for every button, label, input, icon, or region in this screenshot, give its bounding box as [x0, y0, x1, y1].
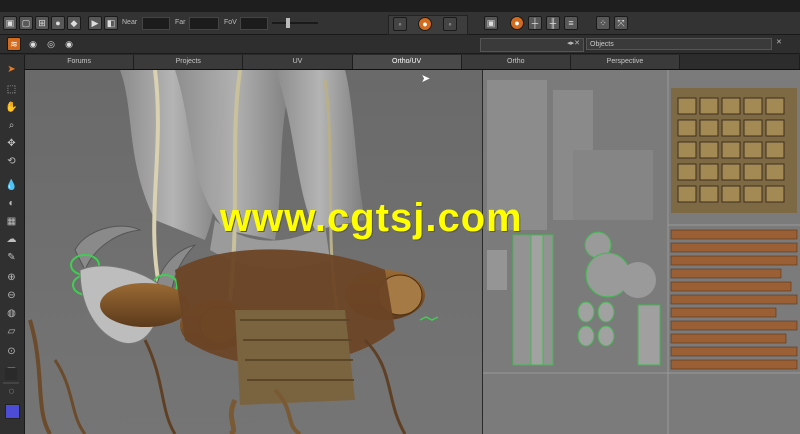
3d-scene-render [25, 70, 482, 434]
tab-forums[interactable]: Forums [25, 55, 135, 69]
material-dropdown[interactable]: ◂▸✕ [480, 38, 584, 52]
color-swatch[interactable] [5, 404, 20, 419]
tool-spacer [5, 368, 17, 380]
tab-perspective[interactable]: Perspective [570, 55, 681, 69]
scatter-icon[interactable]: ⁘ [596, 16, 610, 30]
far-input[interactable] [189, 17, 219, 30]
tab-bar-empty [680, 55, 800, 69]
frame-icon[interactable]: ▢ [19, 16, 33, 30]
room-tab-bar: Forums Projects UV Ortho/UV Ortho Perspe… [25, 55, 800, 70]
split-icon[interactable]: ◧ [104, 16, 118, 30]
uv-viewport[interactable] [483, 70, 800, 434]
main-toolbar: ▣ ▢ ⊞ ● ◆ ▶ ◧ Near Far FoV ◦ ● ◦ ▣ ● ┼ ╫… [0, 12, 800, 35]
tab-projects[interactable]: Projects [134, 55, 244, 69]
play-icon[interactable]: ▶ [88, 16, 102, 30]
uv-layout-render [483, 70, 800, 434]
minus-circle-icon[interactable]: ⊖ [5, 289, 18, 302]
align-v-icon[interactable]: ╫ [546, 16, 560, 30]
align-h-icon[interactable]: ┼ [528, 16, 542, 30]
grid-icon[interactable]: ⊞ [35, 16, 49, 30]
mouse-cursor-icon: ➤ [421, 73, 431, 85]
sphere-icon[interactable]: ● [51, 16, 65, 30]
plus-circle-icon[interactable]: ⊕ [5, 271, 18, 284]
globe-icon[interactable]: ◍ [5, 307, 18, 320]
hand-icon[interactable]: ✋ [5, 101, 18, 114]
camera-icon[interactable]: ▣ [3, 16, 17, 30]
move-icon[interactable]: ✥ [5, 137, 18, 150]
tool-divider [3, 382, 19, 384]
eye-outline-icon[interactable]: ◎ [44, 37, 58, 51]
rect-select-icon[interactable]: ⬚ [5, 83, 18, 96]
dropdown-arrows-icon: ◂▸✕ [567, 40, 580, 47]
fov-slider-handle[interactable] [286, 18, 290, 28]
eyedropper-icon[interactable]: ✎ [5, 251, 18, 264]
stamp-icon[interactable]: ▦ [5, 215, 18, 228]
zoom-icon[interactable]: ⌕ [5, 119, 18, 132]
panel-close-icon[interactable]: ✕ [776, 38, 782, 46]
fov-slider-track[interactable] [272, 22, 318, 24]
layers-icon[interactable]: ≋ [7, 37, 21, 51]
brush-preset-icon[interactable]: ◦ [393, 17, 407, 31]
watermark-text: www.cgtsj.com [220, 196, 523, 240]
eraser-icon[interactable]: ▱ [5, 325, 18, 338]
distribute-icon[interactable]: ≡ [564, 16, 578, 30]
visibility-icon[interactable]: ◉ [62, 37, 76, 51]
select-arrow-icon[interactable]: ➤ [5, 63, 18, 76]
fill-icon[interactable]: ◐ [5, 197, 18, 210]
rotate-icon[interactable]: ⟲ [5, 155, 18, 168]
transform-icon[interactable]: ⤧ [614, 16, 628, 30]
smudge-icon[interactable]: ☁ [5, 233, 18, 246]
brush-alt-icon[interactable]: ◦ [443, 17, 457, 31]
objects-panel-header[interactable]: Objects [586, 38, 772, 50]
far-label: Far [175, 19, 186, 26]
near-input[interactable] [142, 17, 170, 30]
fov-label: FoV [224, 19, 237, 26]
tab-ortho-uv[interactable]: Ortho/UV [352, 55, 462, 69]
eye-icon[interactable]: ◉ [26, 37, 40, 51]
objects-label: Objects [590, 41, 614, 48]
secondary-toolbar: ≋ ◉ ◎ ◉ ◂▸✕ Objects ✕ [0, 35, 800, 54]
cube-icon[interactable]: ◆ [67, 16, 81, 30]
3d-viewport[interactable]: ➤ [25, 70, 482, 434]
drop-icon[interactable]: 💧 [5, 179, 18, 192]
record-icon[interactable]: ● [510, 16, 524, 30]
near-label: Near [122, 19, 138, 26]
brush-active-icon[interactable]: ● [418, 17, 432, 31]
blur-icon[interactable]: ◌ [5, 385, 18, 398]
square-select-icon[interactable]: ▣ [484, 16, 498, 30]
target-icon[interactable]: ⊙ [5, 345, 18, 358]
tab-ortho[interactable]: Ortho [461, 55, 571, 69]
fov-input[interactable] [240, 17, 268, 30]
tab-uv[interactable]: UV [243, 55, 353, 69]
